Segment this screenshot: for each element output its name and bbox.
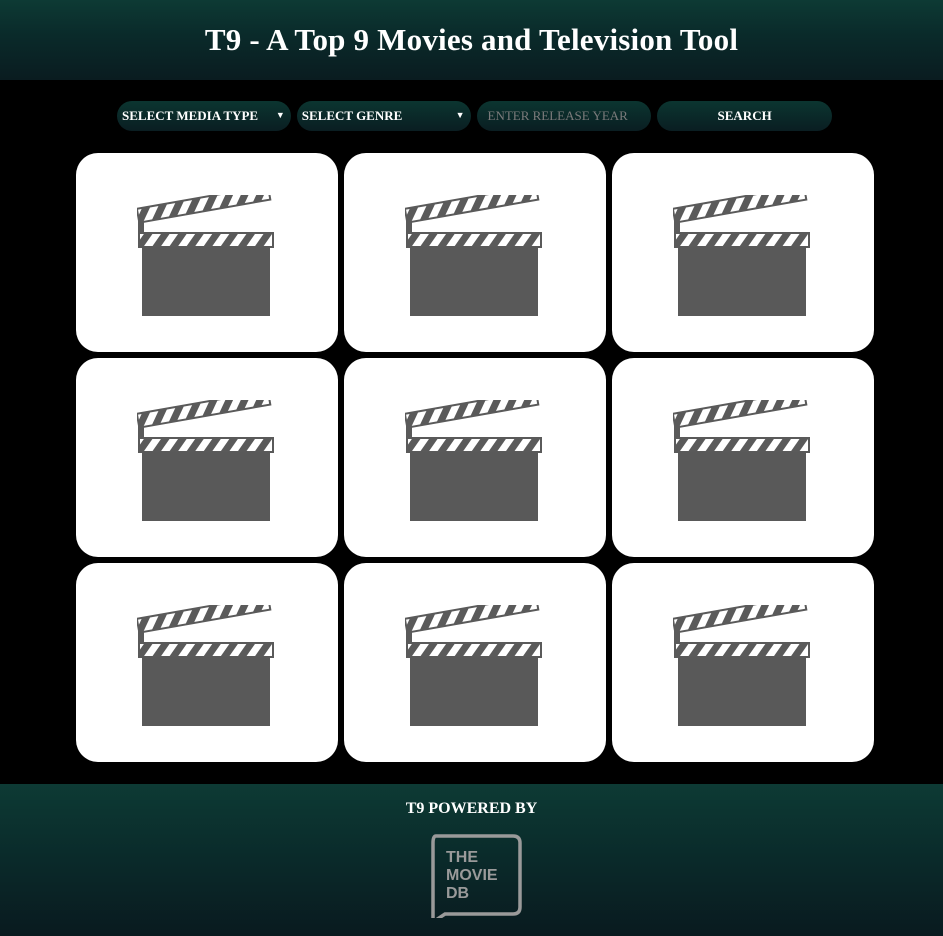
result-card[interactable] [76, 563, 338, 762]
media-type-select[interactable]: SELECT MEDIA TYPE ▼ [117, 101, 291, 131]
page-title: T9 - A Top 9 Movies and Television Tool [204, 22, 739, 57]
genre-select[interactable]: SELECT GENRE ▼ [296, 101, 471, 131]
clapperboard-icon [673, 605, 810, 726]
search-button-label: SEARCH [717, 108, 772, 123]
result-card[interactable] [76, 153, 338, 352]
clapperboard-icon [405, 605, 542, 726]
tmdb-logo-line-1: THE [446, 849, 478, 866]
app-footer: T9 POWERED BY THE MOVIE DB [0, 784, 943, 936]
app-header: T9 - A Top 9 Movies and Television Tool [0, 0, 943, 80]
result-card[interactable] [612, 153, 874, 352]
tmdb-logo-line-2: MOVIE [446, 867, 498, 884]
result-card[interactable] [612, 563, 874, 762]
search-controls: SELECT MEDIA TYPE ▼ SELECT GENRE ▼ ENTER… [117, 101, 832, 131]
media-type-select-label: SELECT MEDIA TYPE [122, 108, 259, 123]
powered-by-text: T9 POWERED BY [405, 800, 538, 817]
clapperboard-icon [673, 195, 810, 316]
clapperboard-icon [405, 195, 542, 316]
result-card[interactable] [612, 358, 874, 557]
tmdb-logo-line-3: DB [446, 885, 469, 902]
result-card[interactable] [344, 358, 606, 557]
chevron-down-icon: ▼ [275, 110, 285, 120]
clapperboard-icon [137, 195, 274, 316]
release-year-placeholder: ENTER RELEASE YEAR [487, 108, 628, 123]
clapperboard-icon [673, 400, 810, 521]
genre-select-label: SELECT GENRE [301, 108, 403, 123]
results-grid [76, 153, 874, 762]
search-button[interactable]: SEARCH [657, 101, 832, 131]
clapperboard-icon [137, 605, 274, 726]
chevron-down-icon: ▼ [455, 110, 465, 120]
result-card[interactable] [344, 563, 606, 762]
clapperboard-icon [137, 400, 274, 521]
tmdb-logo[interactable]: THE MOVIE DB [427, 834, 522, 918]
result-card[interactable] [76, 358, 338, 557]
clapperboard-icon [405, 400, 542, 521]
result-card[interactable] [344, 153, 606, 352]
release-year-input[interactable]: ENTER RELEASE YEAR [476, 101, 652, 131]
